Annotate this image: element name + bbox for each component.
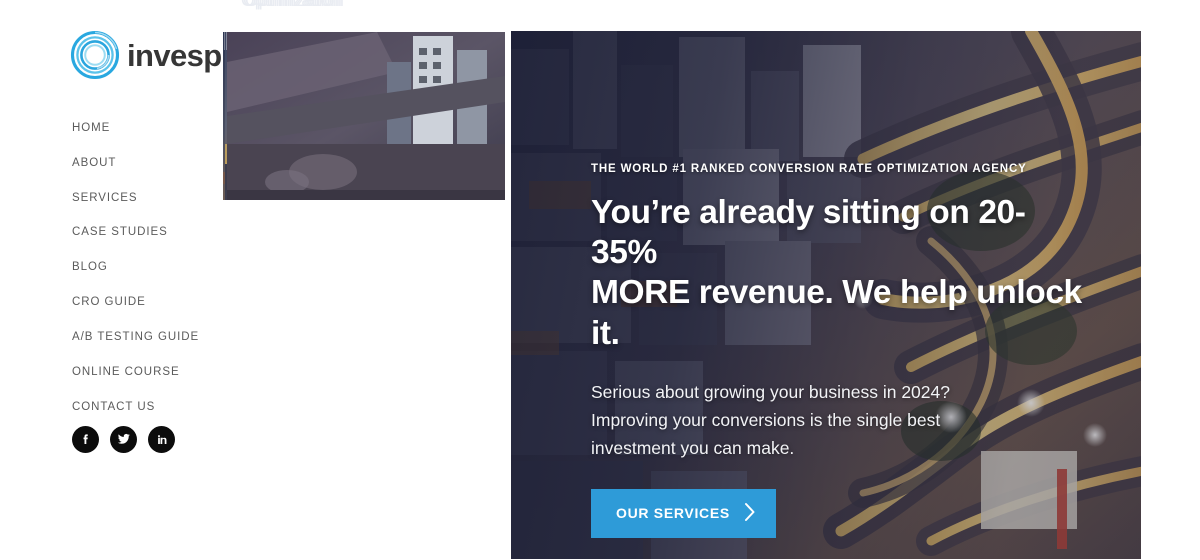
our-services-button[interactable]: OUR SERVICES	[591, 488, 776, 538]
sidebar-item-about[interactable]: ABOUT	[72, 157, 232, 170]
brand-logo-link[interactable]: invesp	[70, 30, 222, 80]
page-title: You’re already sitting on 20-35% MORE re…	[591, 193, 1091, 354]
chevron-right-icon	[744, 502, 756, 525]
sidebar-item-cro-guide[interactable]: CRO GUIDE	[72, 296, 232, 309]
linkedin-icon	[154, 432, 170, 448]
hero-subtitle: Serious about growing your business in 2…	[591, 378, 1091, 463]
subtitle-line-2: Improving your conversions is the single…	[591, 410, 941, 431]
twitter-link[interactable]	[110, 426, 137, 453]
linkedin-link[interactable]	[148, 426, 175, 453]
service-cards: Conversion Rate Optimization Services	[222, 0, 505, 200]
sidebar: invesp HOME ABOUT SERVICES CASE STUDIES …	[0, 0, 222, 560]
sidebar-item-case-studies[interactable]: CASE STUDIES	[72, 226, 232, 239]
concentric-rings-logo-icon	[70, 30, 120, 80]
sidebar-item-blog[interactable]: BLOG	[72, 261, 232, 274]
facebook-icon	[78, 432, 94, 448]
hero-content: THE WORLD #1 RANKED CONVERSION RATE OPTI…	[591, 163, 1091, 538]
sidebar-item-ab-testing-guide[interactable]: A/B TESTING GUIDE	[72, 331, 232, 344]
subtitle-line-1: Serious about growing your business in 2…	[591, 381, 950, 402]
hero-eyebrow: THE WORLD #1 RANKED CONVERSION RATE OPTI…	[591, 163, 1027, 175]
sidebar-item-contact-us[interactable]: CONTACT US	[72, 401, 232, 414]
sidebar-item-services[interactable]: SERVICES	[72, 192, 232, 205]
subtitle-line-3: investment you can make.	[591, 438, 795, 459]
card-cro-education[interactable]: Conversion Rate Optimization Education	[226, 0, 505, 200]
sidebar-item-online-course[interactable]: ONLINE COURSE	[72, 366, 232, 379]
social-links	[72, 426, 175, 453]
headline-line-2: MORE revenue. We help unlock it.	[591, 274, 1082, 352]
main-navigation: HOME ABOUT SERVICES CASE STUDIES BLOG CR…	[72, 122, 232, 435]
landing-page: invesp HOME ABOUT SERVICES CASE STUDIES …	[0, 0, 1200, 560]
headline-line-1: You’re already sitting on 20-35%	[591, 194, 1026, 272]
our-services-label: OUR SERVICES	[616, 505, 730, 522]
hero-banner: THE WORLD #1 RANKED CONVERSION RATE OPTI…	[510, 30, 1142, 560]
facebook-link[interactable]	[72, 426, 99, 453]
brand-wordmark: invesp	[127, 37, 222, 73]
sidebar-item-home[interactable]: HOME	[72, 122, 232, 135]
twitter-icon	[115, 431, 132, 448]
